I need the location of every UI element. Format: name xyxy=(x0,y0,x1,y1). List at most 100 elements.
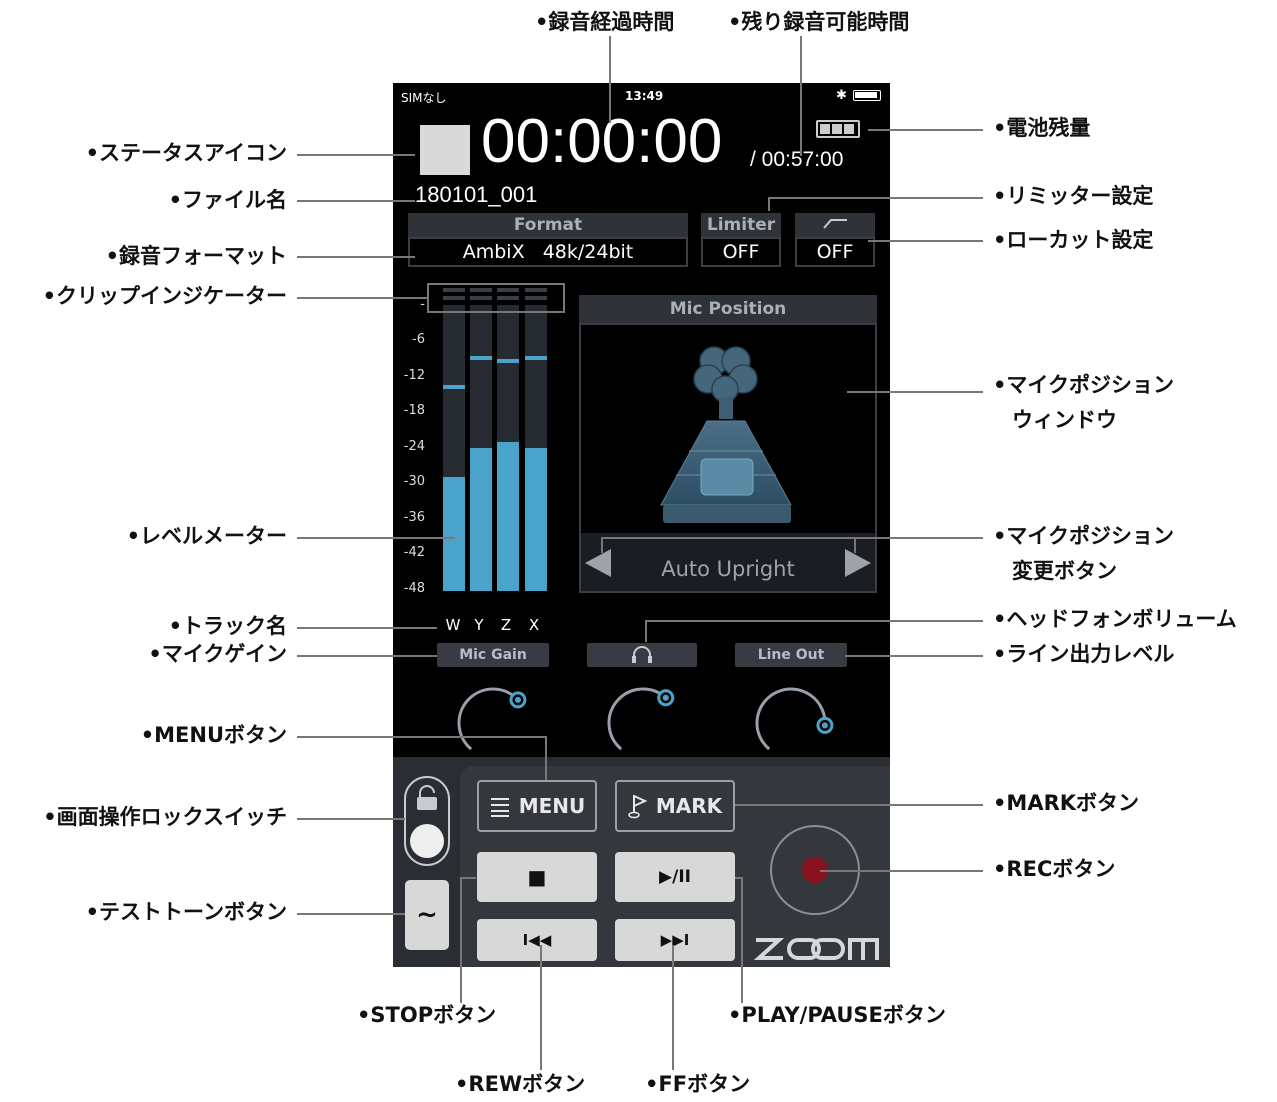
knob-handle-dot xyxy=(821,722,828,729)
leader-line xyxy=(297,627,437,629)
callout-mic-gain: •マイクゲイン xyxy=(148,642,287,666)
lowcut-icon xyxy=(823,219,847,229)
limiter-header: Limiter xyxy=(701,213,781,237)
line-out-label: Line Out xyxy=(735,643,847,667)
meter-level xyxy=(497,442,519,591)
play-pause-button[interactable]: ▶/II xyxy=(615,852,735,902)
callout-test-tone: •テストトーンボタン xyxy=(85,900,287,924)
meter-tick: -36 xyxy=(403,510,425,525)
zoom-logo xyxy=(753,938,879,960)
recorder-screen: SIMなし 13:49 ✱ 00:00:00 / 00:57:00 180101… xyxy=(393,83,890,967)
menu-label: MENU xyxy=(518,794,586,818)
callout-lock: •画面操作ロックスイッチ xyxy=(43,805,287,829)
leader-line xyxy=(297,256,415,258)
meter-peak-hold xyxy=(525,356,547,361)
leader-line xyxy=(868,240,983,242)
leader-line xyxy=(735,877,743,879)
mic-position-header: Mic Position xyxy=(579,295,877,323)
knob-handle-dot xyxy=(662,694,669,701)
headphone-label xyxy=(587,643,697,667)
leader-line xyxy=(800,36,802,156)
mic-position-selector: Auto Upright xyxy=(581,533,875,591)
leader-line xyxy=(868,129,983,131)
meter-column xyxy=(525,305,547,591)
format-value[interactable]: AmbiX 48k/24bit xyxy=(408,237,688,267)
knob-arc[interactable] xyxy=(607,687,667,751)
elapsed-time: 00:00:00 xyxy=(481,107,723,176)
leader-line xyxy=(768,197,983,199)
leader-line xyxy=(672,945,674,1070)
leader-line xyxy=(297,154,415,156)
ff-button[interactable]: ▶▶I xyxy=(615,919,735,961)
lock-icon xyxy=(417,785,437,810)
callout-mic-window-1: •マイクポジション xyxy=(993,373,1175,397)
knob-handle-dot xyxy=(514,696,521,703)
status-icon xyxy=(420,125,470,175)
meter-column xyxy=(470,305,492,591)
meter-tick: -48 xyxy=(403,581,425,596)
meter-peak-hold xyxy=(497,359,519,364)
clip-highlight-box xyxy=(427,283,565,313)
meter-tick: -6 xyxy=(412,332,425,347)
status-time: 13:49 xyxy=(625,89,664,103)
limiter-value[interactable]: OFF xyxy=(701,237,781,267)
leader-line xyxy=(297,655,437,657)
phone-battery-icon xyxy=(853,90,881,101)
callout-limiter: •リミッター設定 xyxy=(993,184,1154,208)
bluetooth-icon: ✱ xyxy=(836,88,847,103)
stop-button[interactable]: ■ xyxy=(477,852,597,902)
leader-line xyxy=(540,945,542,1070)
mic-position-window: Auto Upright xyxy=(579,323,877,593)
meter-tick: -12 xyxy=(403,368,425,383)
lowcut-header xyxy=(795,213,875,237)
callout-mic-change-1: •マイクポジション xyxy=(993,524,1175,548)
meter-tick: - xyxy=(420,297,425,312)
leader-line xyxy=(854,537,856,553)
leader-line xyxy=(297,200,415,202)
mic-next-arrow[interactable] xyxy=(845,549,871,577)
callout-ff: •FFボタン xyxy=(645,1072,751,1096)
leader-line xyxy=(768,197,770,211)
track-name: Y xyxy=(474,616,484,634)
knob-arc[interactable] xyxy=(457,687,520,751)
lock-switch[interactable] xyxy=(404,776,450,866)
leader-line xyxy=(460,877,476,879)
callout-lowcut: •ローカット設定 xyxy=(993,228,1154,252)
leader-line xyxy=(847,391,983,393)
mark-button[interactable]: MARK xyxy=(615,780,735,832)
leader-line xyxy=(297,537,455,539)
format-header: Format xyxy=(408,213,688,237)
callout-rew: •REWボタン xyxy=(455,1072,586,1096)
lowcut-value[interactable]: OFF xyxy=(795,237,875,267)
callout-remaining: •残り録音可能時間 xyxy=(728,10,910,34)
meter-tick: -30 xyxy=(403,474,425,489)
leader-line xyxy=(297,818,405,820)
callout-menu: •MENUボタン xyxy=(140,723,287,747)
mic-gain-label: Mic Gain xyxy=(437,643,549,667)
knob-arc[interactable] xyxy=(755,687,827,751)
leader-line xyxy=(741,877,743,1003)
leader-line xyxy=(601,537,603,553)
leader-line xyxy=(460,877,462,1003)
callout-level-meter: •レベルメーター xyxy=(126,524,287,548)
meter-peak-hold xyxy=(470,356,492,361)
callout-elapsed: •録音経過時間 xyxy=(535,10,675,34)
menu-button[interactable]: MENU xyxy=(477,780,597,832)
callout-battery: •電池残量 xyxy=(993,116,1091,140)
meter-tick: -42 xyxy=(403,545,425,560)
test-tone-button[interactable]: ∼ xyxy=(405,880,449,950)
track-name: Z xyxy=(500,616,512,634)
lock-switch-knob xyxy=(410,824,444,858)
meter-level xyxy=(525,448,547,591)
track-name: W xyxy=(445,616,461,634)
headphone-icon xyxy=(632,646,652,663)
file-name: 180101_001 xyxy=(415,182,538,207)
rew-button[interactable]: I◀◀ xyxy=(477,919,597,961)
leader-line xyxy=(297,913,405,915)
leader-line xyxy=(297,736,547,738)
meter-level xyxy=(443,476,465,591)
leader-line xyxy=(845,655,983,657)
meter-level xyxy=(470,448,492,591)
track-name: X xyxy=(528,616,540,634)
leader-line xyxy=(545,736,547,780)
